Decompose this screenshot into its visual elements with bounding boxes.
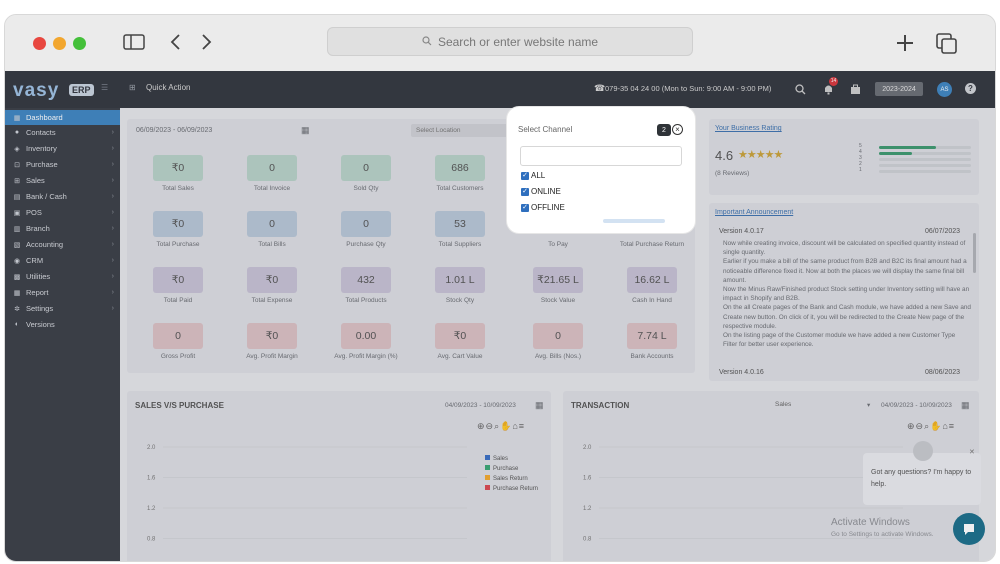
checkbox-checked-icon[interactable]: ✓ (521, 171, 529, 180)
checkbox-checked-icon[interactable]: ✓ (521, 203, 529, 212)
option-label: ALL (531, 171, 546, 180)
channel-option-all[interactable]: ✓ ALL (521, 171, 545, 180)
clear-selection-icon[interactable]: × (672, 124, 683, 135)
popup-scroll-hint (603, 219, 665, 223)
browser-toolbar: Search or enter website name (5, 15, 995, 71)
search-icon (422, 35, 432, 49)
url-placeholder: Search or enter website name (437, 34, 599, 49)
new-tab-icon[interactable] (895, 33, 915, 57)
close-window-dot[interactable] (33, 37, 46, 50)
url-bar[interactable]: Search or enter website name (327, 27, 693, 56)
sidebar-toggle-icon[interactable] (123, 33, 145, 55)
option-label: OFFLINE (531, 203, 565, 212)
maximize-window-dot[interactable] (73, 37, 86, 50)
option-label: ONLINE (531, 187, 561, 196)
back-icon[interactable] (169, 33, 183, 55)
modal-backdrop[interactable] (5, 71, 995, 561)
minimize-window-dot[interactable] (53, 37, 66, 50)
checkbox-checked-icon[interactable]: ✓ (521, 187, 529, 196)
select-channel-popup: Select Channel 2 × ✓ ALL ✓ ONLINE ✓ OFFLINE (507, 107, 695, 233)
selected-count-badge: 2 (657, 124, 671, 136)
channel-option-offline[interactable]: ✓ OFFLINE (521, 203, 565, 212)
channel-search-input[interactable] (520, 146, 682, 166)
browser-window: Search or enter website name vasy ERP ☰ … (4, 14, 996, 562)
popup-title: Select Channel (518, 125, 573, 134)
forward-icon[interactable] (199, 33, 213, 55)
tabs-overview-icon[interactable] (936, 33, 958, 59)
channel-option-online[interactable]: ✓ ONLINE (521, 187, 561, 196)
